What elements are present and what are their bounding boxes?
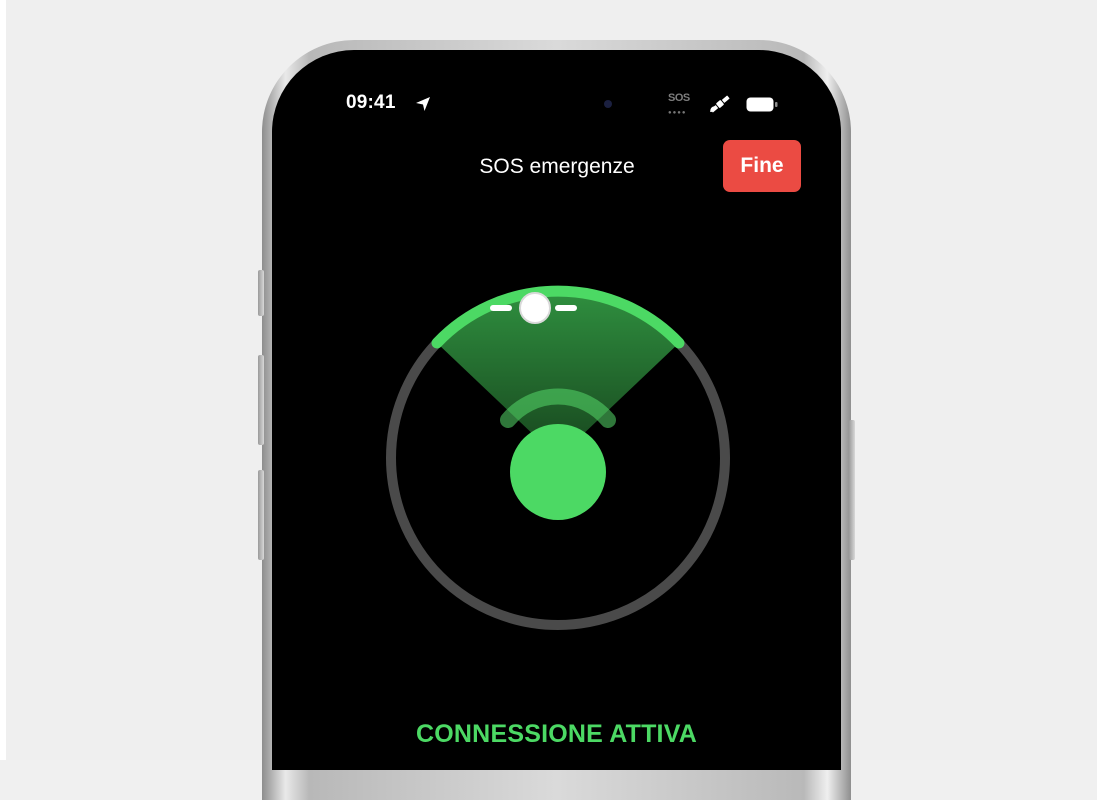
screen-title: SOS emergenze bbox=[479, 155, 635, 178]
satellite-compass bbox=[386, 285, 730, 630]
action-button bbox=[258, 270, 264, 316]
dynamic-island bbox=[464, 84, 650, 122]
connection-status: CONNESSIONE ATTIVA bbox=[416, 720, 697, 748]
volume-down-button bbox=[258, 470, 264, 560]
signal-dots: ●●●● bbox=[668, 110, 687, 116]
status-time: 09:41 bbox=[346, 92, 396, 113]
end-button[interactable]: Fine bbox=[723, 140, 801, 192]
front-camera bbox=[604, 100, 612, 108]
user-position-dot bbox=[510, 424, 606, 520]
phone-screen: 09:41 SOS ●●●● SOS emergenze Fine CONNES… bbox=[272, 50, 841, 770]
satellite-dash-left bbox=[490, 305, 512, 311]
satellite-icon bbox=[710, 95, 730, 113]
location-arrow-icon bbox=[416, 97, 430, 111]
battery-icon bbox=[746, 97, 778, 112]
page-edge bbox=[0, 0, 6, 760]
sos-status-text: SOS bbox=[668, 92, 690, 104]
satellite-dash-right bbox=[555, 305, 577, 311]
power-button bbox=[849, 420, 855, 560]
volume-up-button bbox=[258, 355, 264, 445]
